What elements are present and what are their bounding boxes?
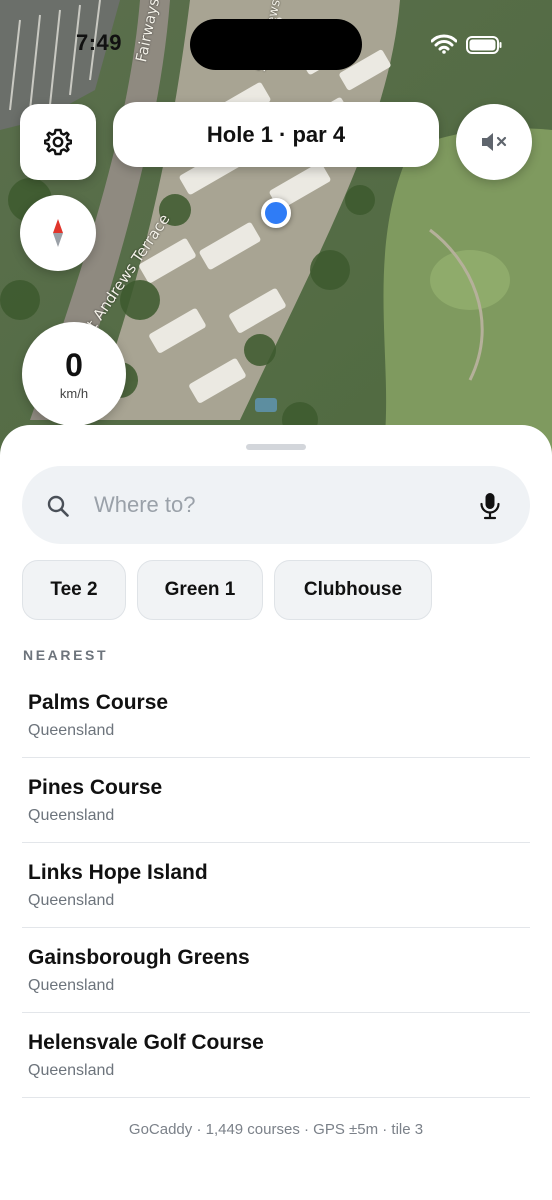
chip-clubhouse[interactable]: Clubhouse: [274, 560, 432, 620]
course-name: Gainsborough Greens: [28, 946, 250, 969]
wifi-icon: [431, 34, 457, 54]
nearest-heading: NEAREST: [23, 647, 109, 663]
chip-green-1[interactable]: Green 1: [137, 560, 263, 620]
screen: Fairways Drive St Andrews St Andrews Ter…: [0, 0, 552, 1200]
compass-icon: [53, 219, 63, 247]
search-input[interactable]: [94, 466, 464, 544]
course-region: Queensland: [28, 807, 115, 824]
mute-button[interactable]: [456, 104, 532, 180]
hole-indicator[interactable]: Hole 1 · par 4: [113, 102, 439, 167]
settings-button[interactable]: [20, 104, 96, 180]
course-region: Queensland: [28, 722, 115, 739]
status-time: 7:49: [76, 30, 123, 55]
list-item[interactable]: Links Hope Island Queensland: [22, 843, 530, 928]
search-bar[interactable]: [22, 466, 530, 544]
footer-status: GoCaddy · 1,449 courses · GPS ±5m · tile…: [128, 1121, 424, 1138]
current-location-dot: [261, 198, 291, 228]
gear-icon: [44, 128, 72, 156]
list-item[interactable]: Helensvale Golf Course Queensland: [22, 1013, 530, 1098]
speed-indicator: 0 km/h: [22, 322, 126, 426]
chip-tee-2[interactable]: Tee 2: [22, 560, 126, 620]
nearest-list: Palms Course Queensland Pines Course Que…: [22, 673, 530, 1098]
list-item[interactable]: Palms Course Queensland: [22, 673, 530, 758]
course-name: Palms Course: [28, 691, 169, 714]
compass-button[interactable]: [20, 195, 96, 271]
bottom-sheet: Tee 2 Green 1 Clubhouse NEAREST Palms Co…: [0, 425, 552, 1200]
course-region: Queensland: [28, 977, 115, 994]
battery-icon: [466, 36, 502, 54]
microphone-icon[interactable]: [479, 492, 501, 520]
course-region: Queensland: [28, 892, 115, 909]
speed-unit: km/h: [59, 385, 89, 401]
course-name: Helensvale Golf Course: [28, 1031, 264, 1054]
course-region: Queensland: [28, 1062, 115, 1079]
dynamic-island: [190, 19, 362, 70]
course-name: Pines Course: [28, 776, 163, 799]
list-item[interactable]: Pines Course Queensland: [22, 758, 530, 843]
list-item[interactable]: Gainsborough Greens Queensland: [22, 928, 530, 1013]
mute-icon: [482, 133, 507, 151]
speed-value: 0: [65, 346, 83, 383]
sheet-grabber[interactable]: [246, 444, 306, 450]
course-name: Links Hope Island: [28, 861, 208, 884]
search-icon: [47, 495, 69, 517]
